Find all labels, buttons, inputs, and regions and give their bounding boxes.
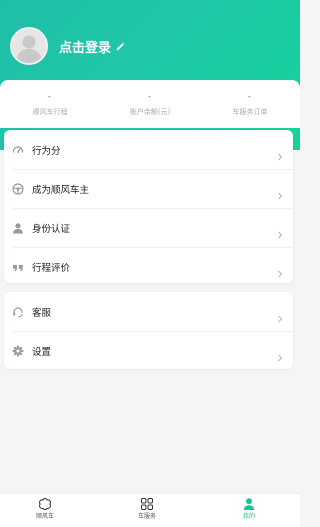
menu-item-customer-service[interactable]: 客服	[4, 292, 293, 331]
quote-icon	[12, 261, 24, 273]
stat-label: 车服务订单	[232, 108, 268, 116]
tab-label: 车服务	[137, 513, 156, 520]
chevron-right-icon	[277, 347, 283, 362]
grid-icon	[97, 497, 197, 511]
menu-card-primary: 行为分 成为顺风车主 身份认证 行程评价	[4, 130, 293, 283]
menu-item-trip-review[interactable]: 行程评价	[4, 247, 293, 286]
menu-item-identity-verification[interactable]: 身份认证	[4, 208, 293, 247]
gear-icon	[12, 345, 24, 357]
tab-label: 顺风车	[35, 513, 54, 520]
profile-icon	[199, 497, 299, 511]
stat-label: 账户余额(元)	[129, 108, 171, 116]
menu-item-behavior-score[interactable]: 行为分	[4, 130, 293, 169]
person-icon	[12, 222, 24, 234]
menu-card-secondary: 客服 设置	[4, 292, 293, 369]
chevron-right-icon	[277, 263, 283, 278]
stat-label: 顺风车行程	[32, 108, 68, 116]
stats-panel: - 顺风车行程 - 账户余额(元) - 车服务订单	[0, 80, 300, 128]
menu-item-label: 行为分	[32, 145, 61, 157]
login-label: 点击登录	[59, 41, 112, 56]
chevron-right-icon	[277, 185, 283, 200]
stat-account-balance[interactable]: - 账户余额(元)	[100, 92, 200, 117]
stat-value: -	[247, 92, 253, 102]
login-button[interactable]: 点击登录	[59, 37, 125, 56]
menu-item-label: 成为顺风车主	[32, 184, 90, 196]
steering-wheel-icon	[12, 182, 24, 195]
menu-item-label: 行程评价	[32, 262, 71, 274]
headset-icon	[12, 306, 24, 318]
tab-mine[interactable]: 我的	[199, 497, 299, 521]
stat-value: -	[47, 92, 53, 102]
gauge-icon	[12, 144, 24, 156]
menu-item-settings[interactable]: 设置	[4, 331, 293, 370]
avatar[interactable]	[10, 27, 48, 65]
tab-rideshare[interactable]: 顺风车	[0, 497, 95, 521]
tab-label: 我的	[242, 513, 255, 520]
rideshare-icon	[0, 497, 95, 511]
chevron-right-icon	[277, 308, 283, 323]
chevron-right-icon	[277, 224, 283, 239]
avatar-placeholder-icon	[12, 29, 46, 63]
stat-car-service-orders[interactable]: - 车服务订单	[200, 92, 300, 117]
menu-item-label: 身份认证	[32, 223, 71, 235]
menu-item-label: 设置	[32, 346, 52, 358]
stat-rideshare-trips[interactable]: - 顺风车行程	[0, 92, 100, 117]
tab-car-service[interactable]: 车服务	[97, 497, 197, 521]
bottom-tab-bar: 顺风车 车服务 我的	[0, 493, 300, 527]
chevron-right-icon	[277, 146, 283, 161]
menu-item-label: 客服	[32, 307, 52, 319]
pencil-icon	[115, 42, 125, 52]
menu-item-become-driver[interactable]: 成为顺风车主	[4, 169, 293, 208]
stat-value: -	[147, 92, 153, 102]
